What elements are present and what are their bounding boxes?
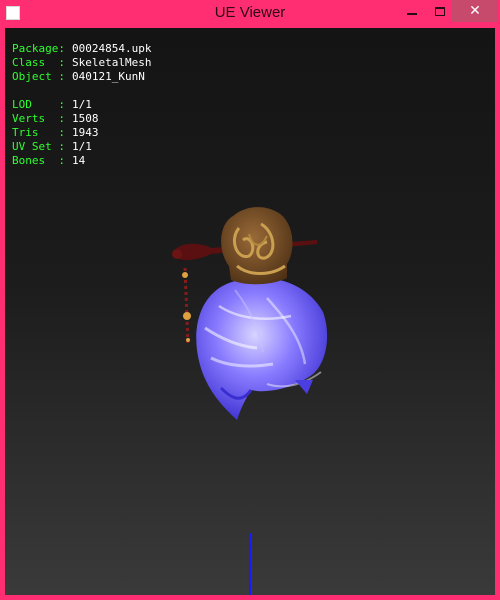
info-row-uvset: UV Set : 1/1 bbox=[12, 140, 151, 154]
info-row-class: Class : SkeletalMesh bbox=[12, 56, 151, 70]
object-label: Object : bbox=[12, 70, 65, 83]
class-label: Class : bbox=[12, 56, 65, 69]
package-label: Package: bbox=[12, 42, 65, 55]
verts-value: 1508 bbox=[71, 112, 99, 125]
bones-value: 14 bbox=[71, 154, 86, 167]
bun-mesh bbox=[221, 207, 293, 285]
lod-label: LOD : bbox=[12, 98, 65, 111]
verts-label: Verts : bbox=[12, 112, 65, 125]
tris-value: 1943 bbox=[71, 126, 99, 139]
uvset-label: UV Set : bbox=[12, 140, 65, 153]
maximize-icon bbox=[435, 6, 445, 16]
mesh-info-panel: Package: 00024854.upk Class : SkeletalMe… bbox=[12, 42, 151, 168]
maximize-button[interactable] bbox=[426, 0, 454, 22]
info-row-lod: LOD : 1/1 bbox=[12, 98, 151, 112]
lod-value: 1/1 bbox=[71, 98, 92, 111]
close-icon: ✕ bbox=[469, 3, 481, 19]
info-row-tris: Tris : 1943 bbox=[12, 126, 151, 140]
uvset-value: 1/1 bbox=[71, 140, 92, 153]
hair-mesh bbox=[196, 278, 328, 420]
minimize-icon bbox=[407, 13, 417, 15]
tris-label: Tris : bbox=[12, 126, 65, 139]
info-row-bones: Bones : 14 bbox=[12, 154, 151, 168]
bones-label: Bones : bbox=[12, 154, 65, 167]
info-row-object: Object : 040121_KunN bbox=[12, 70, 151, 84]
class-value: SkeletalMesh bbox=[71, 56, 152, 69]
object-value: 040121_KunN bbox=[71, 70, 145, 83]
minimize-button[interactable] bbox=[398, 0, 426, 22]
info-row-verts: Verts : 1508 bbox=[12, 112, 151, 126]
3d-viewport[interactable]: Package: 00024854.upk Class : SkeletalMe… bbox=[5, 28, 495, 595]
app-window: UE Viewer ✕ Package: 00024854.upk Class … bbox=[0, 0, 500, 600]
info-row-package: Package: 00024854.upk bbox=[12, 42, 151, 56]
package-value: 00024854.upk bbox=[71, 42, 152, 55]
title-bar[interactable]: UE Viewer ✕ bbox=[0, 0, 500, 28]
close-button[interactable]: ✕ bbox=[452, 0, 498, 22]
